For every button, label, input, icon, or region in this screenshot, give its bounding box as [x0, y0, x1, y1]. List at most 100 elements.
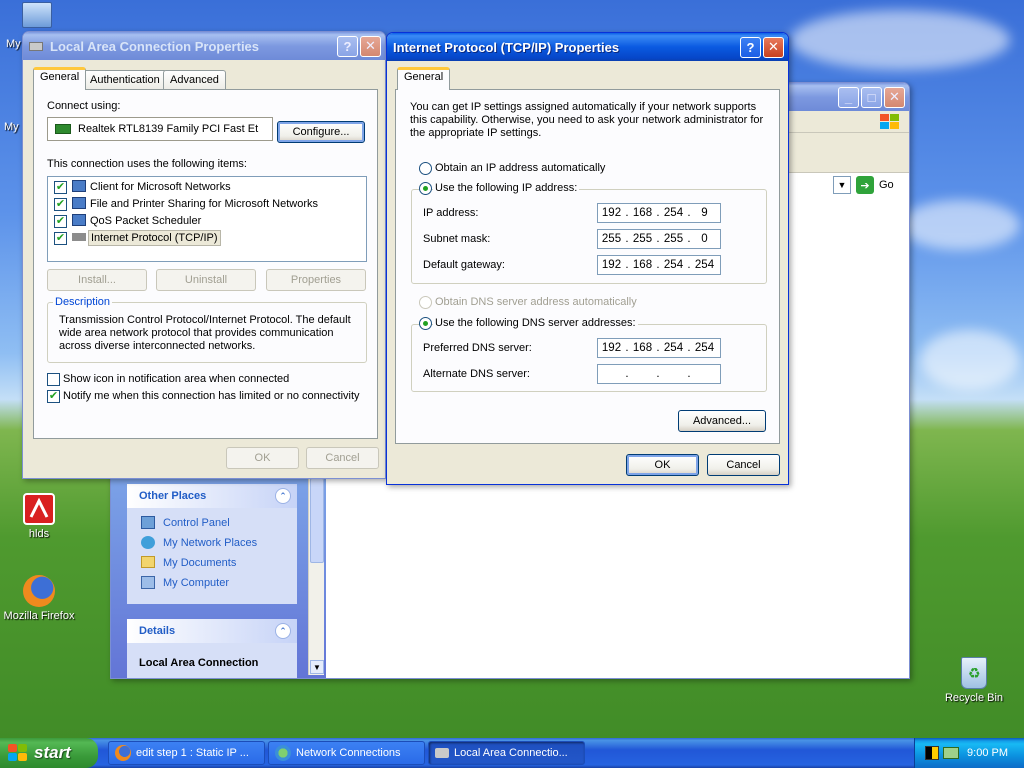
details-header[interactable]: Details ⌃: [127, 619, 297, 643]
go-button[interactable]: Go: [879, 179, 894, 191]
use-dns-radio[interactable]: [419, 317, 432, 330]
maximize-icon[interactable]: □: [861, 86, 882, 108]
collapse-icon[interactable]: ⌃: [275, 488, 291, 504]
tray-network-icon[interactable]: [943, 747, 959, 759]
details-item: Local Area Connection: [139, 657, 259, 669]
file-sharing-icon: [72, 197, 86, 209]
my-computer-desktop-icon[interactable]: [22, 2, 52, 28]
ok-button[interactable]: OK: [226, 447, 299, 469]
components-list[interactable]: ✔ Client for Microsoft Networks ✔ File a…: [47, 176, 367, 262]
use-ip-radio[interactable]: [419, 182, 432, 195]
component-label[interactable]: QoS Packet Scheduler: [90, 215, 201, 227]
task-button-network-connections[interactable]: Network Connections: [268, 741, 425, 765]
tab-general[interactable]: General: [33, 67, 87, 90]
ok-button[interactable]: OK: [626, 454, 699, 476]
link-my-network-places[interactable]: My Network Places: [163, 537, 257, 549]
component-checkbox[interactable]: ✔: [54, 181, 67, 194]
component-checkbox[interactable]: ✔: [54, 198, 67, 211]
cancel-button[interactable]: Cancel: [306, 447, 379, 469]
alternate-dns-label: Alternate DNS server:: [423, 368, 530, 380]
component-checkbox[interactable]: ✔: [54, 215, 67, 228]
taskbar: start edit step 1 : Static IP ... Networ…: [0, 738, 1024, 768]
notify-label[interactable]: Notify me when this connection has limit…: [63, 390, 360, 402]
configure-button[interactable]: Configure...: [277, 121, 365, 143]
close-icon[interactable]: ✕: [360, 35, 381, 57]
protocol-icon: [72, 233, 86, 241]
cloud: [920, 330, 1020, 390]
desktop-icon-hlds[interactable]: hlds: [1, 493, 77, 540]
use-dns-label[interactable]: Use the following DNS server addresses:: [433, 317, 638, 329]
tcpip-properties-dialog: Internet Protocol (TCP/IP) Properties ? …: [386, 32, 789, 485]
help-icon[interactable]: ?: [740, 36, 761, 58]
obtain-ip-label[interactable]: Obtain an IP address automatically: [435, 162, 605, 174]
link-control-panel[interactable]: Control Panel: [163, 517, 230, 529]
desktop-icon-label: hlds: [28, 528, 50, 540]
tab-general[interactable]: General: [397, 67, 451, 90]
component-label[interactable]: Client for Microsoft Networks: [90, 181, 231, 193]
ip-address-label: IP address:: [423, 207, 479, 219]
client-icon: [72, 180, 86, 192]
task-label: edit step 1 : Static IP ...: [136, 747, 249, 759]
hlds-icon: [23, 493, 55, 525]
firefox-icon: [115, 745, 131, 761]
uninstall-button[interactable]: Uninstall: [156, 269, 256, 291]
scroll-down-icon[interactable]: ▼: [310, 660, 324, 674]
recycle-bin-icon: ♻: [961, 657, 987, 689]
tab-authentication[interactable]: Authentication: [83, 70, 167, 90]
cloud: [790, 10, 1010, 70]
close-icon[interactable]: ✕: [763, 36, 784, 58]
show-icon-label[interactable]: Show icon in notification area when conn…: [63, 373, 289, 385]
task-button-local-area-connection[interactable]: Local Area Connectio...: [428, 741, 585, 765]
control-panel-icon: [141, 516, 155, 529]
lac-properties-dialog: Local Area Connection Properties ? ✕ Gen…: [22, 31, 386, 479]
preferred-dns-label: Preferred DNS server:: [423, 342, 532, 354]
lac-titlebar: Local Area Connection Properties ? ✕: [23, 32, 385, 60]
install-button[interactable]: Install...: [47, 269, 147, 291]
component-label[interactable]: File and Printer Sharing for Microsoft N…: [90, 198, 318, 210]
help-icon[interactable]: ?: [337, 35, 358, 57]
default-gateway-field[interactable]: 192. 168. 254. 254: [597, 255, 721, 275]
tab-advanced[interactable]: Advanced: [163, 70, 226, 90]
tray-app-icon[interactable]: [925, 746, 939, 760]
start-button[interactable]: start: [0, 738, 98, 768]
desktop-icon-label: Mozilla Firefox: [3, 610, 75, 622]
tcpip-intro: You can get IP settings assigned automat…: [410, 101, 764, 139]
desktop-icon-firefox[interactable]: Mozilla Firefox: [1, 575, 77, 622]
task-label: Network Connections: [296, 747, 401, 759]
items-label: This connection uses the following items…: [47, 158, 247, 170]
cancel-button[interactable]: Cancel: [707, 454, 780, 476]
adapter-name: Realtek RTL8139 Family PCI Fast Et: [78, 123, 259, 135]
desktop-icon-label: Recycle Bin: [944, 692, 1004, 704]
network-icon: [29, 39, 45, 53]
other-places-list: Control Panel My Network Places My Docum…: [127, 508, 297, 604]
obtain-dns-label[interactable]: Obtain DNS server address automatically: [435, 296, 637, 308]
collapse-icon[interactable]: ⌃: [275, 623, 291, 639]
advanced-button[interactable]: Advanced...: [678, 410, 766, 432]
task-pane-scrollbar[interactable]: ▼: [308, 478, 324, 675]
component-checkbox[interactable]: ✔: [54, 232, 67, 245]
other-places-header[interactable]: Other Places ⌃: [127, 484, 297, 508]
link-my-computer[interactable]: My Computer: [163, 577, 229, 589]
preferred-dns-field[interactable]: 192. 168. 254. 254: [597, 338, 721, 358]
subnet-mask-field[interactable]: 255. 255. 255. 0: [597, 229, 721, 249]
minimize-icon[interactable]: _: [838, 86, 859, 108]
component-label[interactable]: Internet Protocol (TCP/IP): [88, 230, 221, 246]
scroll-thumb[interactable]: [310, 478, 324, 563]
properties-button[interactable]: Properties: [266, 269, 366, 291]
go-arrow-icon[interactable]: ➔: [856, 176, 874, 194]
folder-icon: [141, 556, 155, 568]
obtain-ip-radio[interactable]: [419, 162, 432, 175]
clock[interactable]: 9:00 PM: [967, 747, 1008, 759]
use-ip-label[interactable]: Use the following IP address:: [433, 182, 580, 194]
close-icon[interactable]: ✕: [884, 86, 905, 108]
desktop-icon-recycle-bin[interactable]: ♻ Recycle Bin: [936, 657, 1012, 704]
ip-address-field[interactable]: 192. 168. 254. 9: [597, 203, 721, 223]
alternate-dns-field[interactable]: ...: [597, 364, 721, 384]
task-button-firefox[interactable]: edit step 1 : Static IP ...: [108, 741, 265, 765]
lac-title: Local Area Connection Properties: [50, 38, 260, 54]
chevron-down-icon[interactable]: ▼: [833, 176, 851, 194]
notify-checkbox[interactable]: ✔: [47, 390, 60, 403]
obtain-dns-radio[interactable]: [419, 296, 432, 309]
link-my-documents[interactable]: My Documents: [163, 557, 236, 569]
show-icon-checkbox[interactable]: [47, 373, 60, 386]
